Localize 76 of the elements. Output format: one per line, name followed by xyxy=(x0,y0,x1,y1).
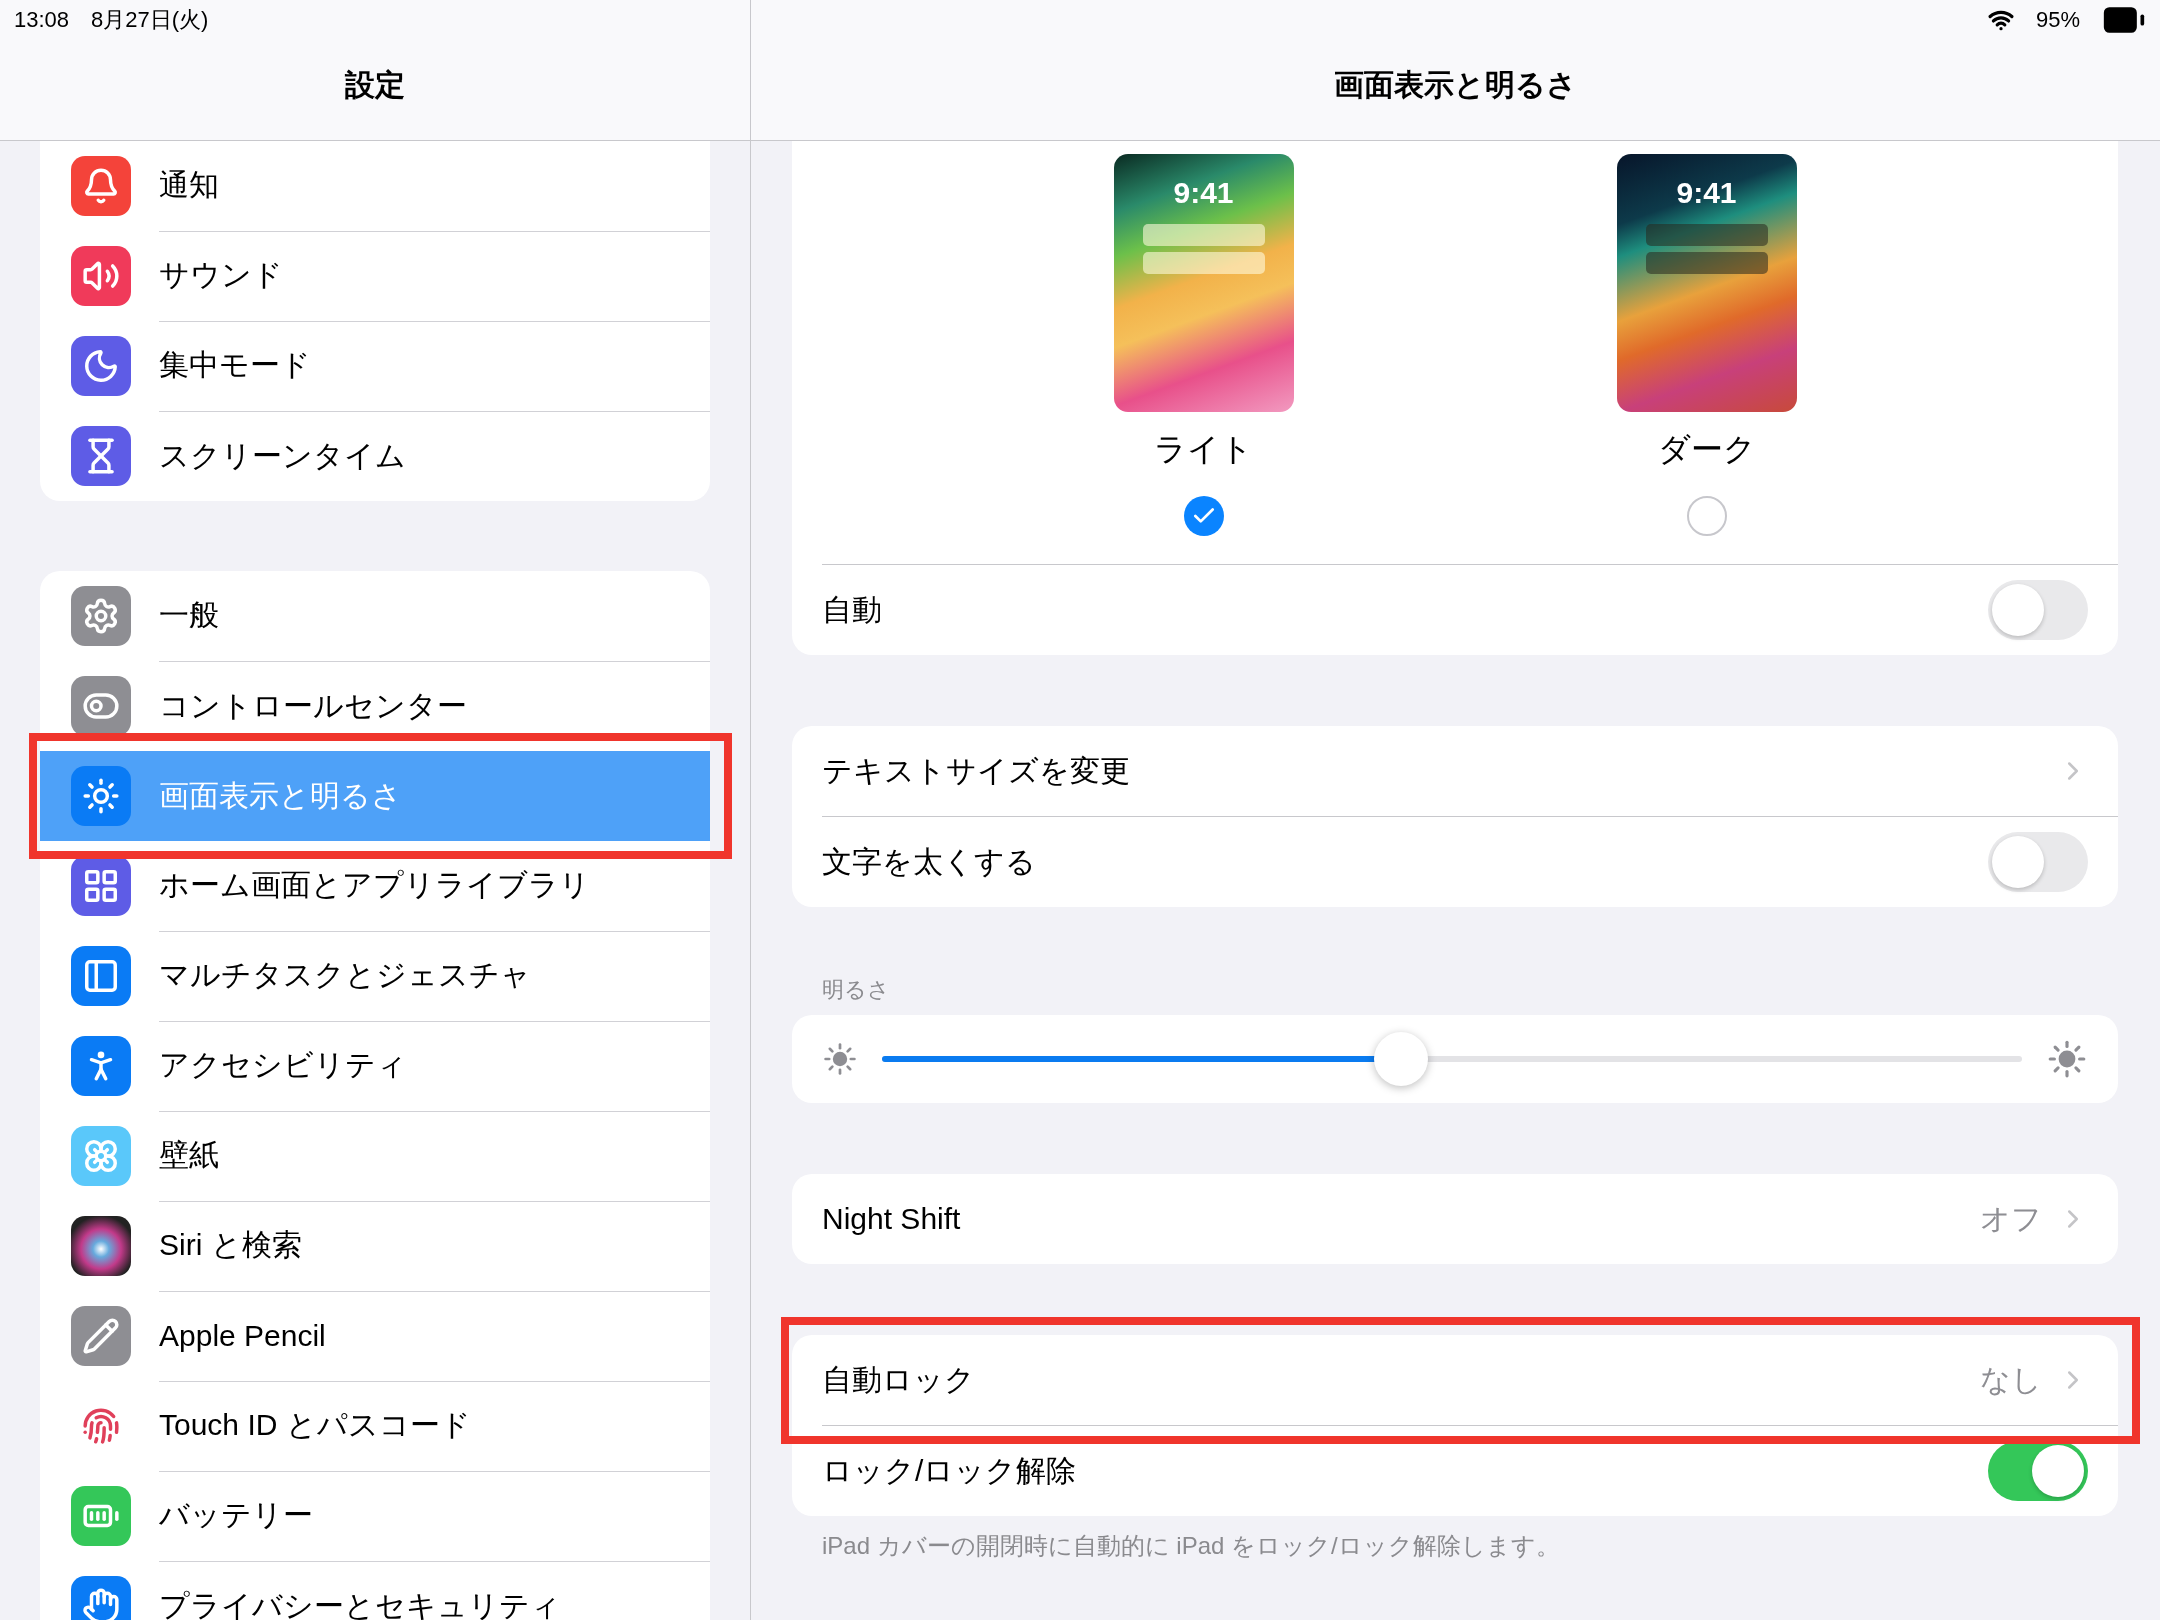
sidebar-item[interactable]: スクリーンタイム xyxy=(40,411,710,501)
page-title: 画面表示と明るさ xyxy=(1333,66,1578,103)
option-label: ダーク xyxy=(1657,430,1756,469)
gear-icon xyxy=(71,586,131,646)
sidebar-item[interactable]: 通知 xyxy=(40,141,710,231)
sidebar-title: 設定 xyxy=(344,66,406,103)
sidebar-item[interactable]: コントロールセンター xyxy=(40,661,710,751)
wallpaper-preview[interactable]: 9:41 xyxy=(1113,154,1294,412)
sidebar-label: 一般 xyxy=(159,597,219,633)
section-header: 明るさ xyxy=(822,976,890,1004)
multitask-icon xyxy=(71,946,131,1006)
sidebar-item[interactable]: 一般 xyxy=(40,571,710,661)
sidebar-label: マルチタスクとジェスチャ xyxy=(159,957,531,993)
sidebar-item[interactable]: サウンド xyxy=(40,231,710,321)
sidebar-label: 集中モード xyxy=(159,347,311,383)
siri-orb-icon xyxy=(71,1216,131,1276)
toggle-switch[interactable] xyxy=(1988,1441,2088,1501)
status-date: 8月27日(火) xyxy=(91,6,209,34)
pencil-icon xyxy=(71,1306,131,1366)
sidebar-item[interactable]: 壁紙 xyxy=(40,1111,710,1201)
footnote: iPad カバーの開閉時に自動的に iPad をロック/ロック解除します。 xyxy=(822,1531,1560,1561)
sidebar-label: Siri と検索 xyxy=(159,1227,302,1263)
sidebar-item[interactable]: Touch ID とパスコード xyxy=(40,1381,710,1471)
dim-sun-icon xyxy=(822,1041,858,1077)
sidebar-item[interactable]: Apple Pencil xyxy=(40,1291,710,1381)
sidebar-label: アクセシビリティ xyxy=(159,1047,407,1083)
bell-icon xyxy=(71,156,131,216)
flower-icon xyxy=(71,1126,131,1186)
app-grid-icon xyxy=(71,856,131,916)
preview-time: 9:41 xyxy=(1173,176,1234,210)
battery-percent: 95% xyxy=(2035,7,2080,33)
sidebar-item[interactable]: ホーム画面とアプリライブラリ xyxy=(40,841,710,931)
hourglass-icon xyxy=(71,426,131,486)
sidebar-item[interactable]: 集中モード xyxy=(40,321,710,411)
row-label: ロック/ロック解除 xyxy=(822,1452,1078,1489)
row-label: 文字を太くする xyxy=(822,843,1037,880)
sidebar-label: 画面表示と明るさ xyxy=(159,777,402,814)
switches-icon xyxy=(71,676,131,736)
row-label: Night Shift xyxy=(822,1202,962,1236)
wallpaper-preview[interactable]: 9:41 xyxy=(1616,154,1797,412)
sun-icon xyxy=(71,766,131,826)
sidebar-label: 通知 xyxy=(159,167,219,203)
sidebar-label: コントロールセンター xyxy=(159,687,467,724)
row-label: テキストサイズを変更 xyxy=(822,752,1131,789)
sidebar-item[interactable]: Siri と検索 xyxy=(40,1201,710,1291)
sidebar-label: スクリーンタイム xyxy=(159,437,406,474)
sidebar-label: プライバシーとセキュリティ xyxy=(159,1587,561,1620)
settings-row[interactable]: Night Shift オフ xyxy=(792,1174,2118,1264)
moon-icon xyxy=(71,336,131,396)
settings-row[interactable]: テキストサイズを変更 xyxy=(792,726,2118,816)
sidebar-item[interactable]: マルチタスクとジェスチャ xyxy=(40,931,710,1021)
sidebar-item[interactable]: バッテリー xyxy=(40,1471,710,1561)
row-value: オフ xyxy=(1980,1200,2042,1237)
sidebar-label: バッテリー xyxy=(159,1497,313,1533)
bright-sun-icon xyxy=(2046,1038,2088,1080)
row-value: なし xyxy=(1980,1361,2042,1398)
radio-button[interactable] xyxy=(1686,496,1727,536)
preview-time: 9:41 xyxy=(1676,176,1737,210)
sidebar-label: ホーム画面とアプリライブラリ xyxy=(159,867,590,903)
brightness-slider[interactable] xyxy=(882,1032,2022,1086)
speaker-icon xyxy=(71,246,131,306)
sidebar-label: 壁紙 xyxy=(159,1137,219,1173)
option-label: ライト xyxy=(1154,430,1253,469)
row-label: 自動ロック xyxy=(822,1361,976,1398)
sidebar-label: Apple Pencil xyxy=(159,1318,326,1353)
sidebar-label: サウンド xyxy=(159,257,283,293)
slider-thumb[interactable] xyxy=(1373,1032,1428,1086)
radio-button[interactable] xyxy=(1183,496,1224,536)
sidebar-item[interactable]: プライバシーとセキュリティ xyxy=(40,1561,710,1620)
status-time: 13:08 xyxy=(14,7,70,33)
sidebar-label: Touch ID とパスコード xyxy=(159,1407,471,1443)
battery-icon xyxy=(71,1486,131,1546)
settings-row[interactable]: 自動ロック なし xyxy=(792,1335,2118,1425)
sidebar-item[interactable]: アクセシビリティ xyxy=(40,1021,710,1111)
row-label: 自動 xyxy=(822,591,883,628)
accessibility-icon xyxy=(71,1036,131,1096)
